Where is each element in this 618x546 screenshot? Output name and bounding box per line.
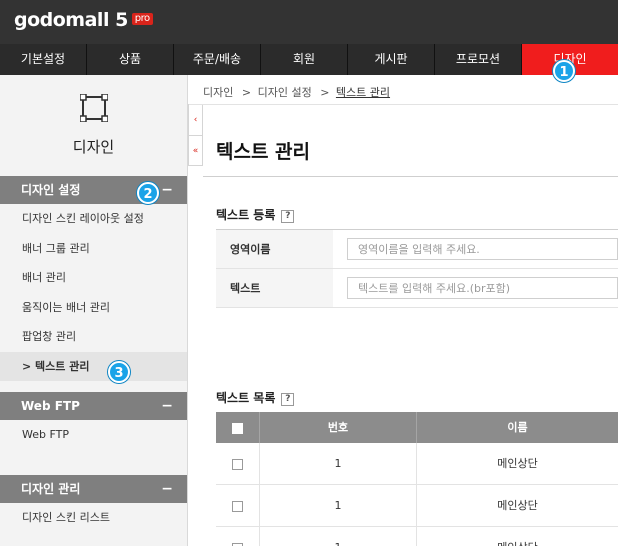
section-title: 디자인 관리: [21, 481, 81, 496]
collapse-minus-icon[interactable]: −: [161, 475, 173, 503]
sidebar-item-skin-list[interactable]: 디자인 스킨 리스트: [0, 503, 187, 533]
row-checkbox[interactable]: [232, 542, 243, 546]
row-checkbox-cell: [216, 443, 260, 484]
pro-badge: pro: [131, 13, 153, 25]
breadcrumb: 디자인 > 디자인 설정 > 텍스트 관리: [203, 84, 390, 100]
frame-icon: [78, 93, 109, 123]
row-number: 1: [260, 485, 417, 526]
sidebar-toggle[interactable]: ‹ «: [188, 104, 203, 166]
row-name[interactable]: 메인상단: [417, 485, 618, 526]
header-checkbox-cell: [216, 412, 260, 443]
logo-text: godomall 5: [14, 9, 128, 31]
section-title: 디자인 설정: [21, 183, 81, 197]
table-row: 1 메인상단: [216, 485, 618, 527]
nav-orders[interactable]: 주문/배송: [174, 44, 261, 75]
text-cell: [333, 269, 618, 307]
register-form: 영역이름 텍스트: [216, 229, 618, 308]
list-title-text: 텍스트 목록: [216, 391, 276, 405]
row-name[interactable]: 메인상단: [417, 527, 618, 546]
area-name-input[interactable]: [347, 238, 618, 260]
text-label: 텍스트: [216, 269, 333, 307]
form-row-text: 텍스트: [216, 269, 618, 308]
sidebar-header: 디자인: [0, 75, 187, 176]
sidebar-item-text-management[interactable]: > 텍스트 관리: [0, 351, 187, 381]
sidebar-section-design-management[interactable]: 디자인 관리 −: [0, 474, 187, 503]
top-header: godomall 5 pro: [0, 0, 618, 44]
breadcrumb-separator: >: [320, 86, 330, 99]
row-checkbox-cell: [216, 485, 260, 526]
table-row: 1 메인상단: [216, 527, 618, 546]
sidebar-item-popup[interactable]: 팝업창 관리: [0, 322, 187, 352]
sidebar-item-banner[interactable]: 배너 관리: [0, 263, 187, 293]
help-icon[interactable]: ?: [281, 210, 295, 223]
collapse-minus-icon[interactable]: −: [161, 392, 173, 420]
register-section-title: 텍스트 등록?: [216, 206, 295, 223]
text-input[interactable]: [347, 277, 618, 299]
page-title: 텍스트 관리: [216, 141, 311, 163]
divider: [203, 176, 618, 177]
breadcrumb-separator: >: [241, 86, 252, 99]
sidebar: 디자인 디자인 설정 − 디자인 스킨 레이아웃 설정 배너 그룹 관리 배너 …: [0, 75, 188, 546]
sidebar-item-web-ftp[interactable]: Web FTP: [0, 420, 187, 450]
select-all-checkbox[interactable]: [232, 422, 243, 434]
list-section-title: 텍스트 목록?: [216, 389, 295, 406]
breadcrumb-mid[interactable]: 디자인 설정: [258, 86, 312, 99]
table-row: 1 메인상단: [216, 443, 618, 485]
nav-board[interactable]: 게시판: [348, 44, 435, 75]
sidebar-item-skin-layout[interactable]: 디자인 스킨 레이아웃 설정: [0, 204, 187, 234]
nav-promotion[interactable]: 프로모션: [435, 44, 522, 75]
breadcrumb-root[interactable]: 디자인: [203, 86, 233, 99]
nav-products[interactable]: 상품: [87, 44, 174, 75]
divider: [189, 104, 618, 105]
sidebar-section-design-settings[interactable]: 디자인 설정 −: [0, 176, 187, 204]
sidebar-title: 디자인: [72, 138, 115, 156]
breadcrumb-current[interactable]: 텍스트 관리: [336, 86, 390, 99]
sidebar-section-web-ftp[interactable]: Web FTP −: [0, 392, 187, 420]
step-badge-2: 2: [137, 182, 159, 204]
step-badge-1: 1: [553, 60, 575, 82]
help-icon[interactable]: ?: [281, 393, 295, 406]
row-number: 1: [260, 527, 417, 546]
area-name-cell: [333, 230, 618, 268]
main-nav: 기본설정 상품 주문/배송 회원 게시판 프로모션 디자인: [0, 44, 618, 75]
header-name: 이름: [507, 421, 528, 434]
sidebar-item-moving-banner[interactable]: 움직이는 배너 관리: [0, 293, 187, 323]
register-title-text: 텍스트 등록: [216, 208, 276, 222]
header-number: 번호: [260, 412, 417, 443]
collapse-minus-icon[interactable]: −: [161, 176, 173, 204]
row-checkbox-cell: [216, 527, 260, 546]
row-checkbox[interactable]: [232, 458, 243, 470]
table-header: 번호 이름: [216, 412, 618, 443]
logo[interactable]: godomall 5 pro: [14, 9, 153, 31]
row-number: 1: [260, 443, 417, 484]
nav-basic-settings[interactable]: 기본설정: [0, 44, 87, 75]
area-name-label: 영역이름: [216, 230, 333, 268]
row-name[interactable]: 메인상단: [417, 443, 618, 484]
row-checkbox[interactable]: [232, 500, 243, 512]
step-badge-3: 3: [108, 361, 130, 383]
section-title: Web FTP: [21, 399, 80, 413]
text-list-table: 번호 이름 1 메인상단 1 메인상단 1 메인상단: [216, 412, 618, 546]
nav-members[interactable]: 회원: [261, 44, 348, 75]
form-row-area-name: 영역이름: [216, 230, 618, 269]
chevron-left-icon[interactable]: ‹: [189, 105, 202, 135]
sidebar-item-banner-group[interactable]: 배너 그룹 관리: [0, 234, 187, 264]
double-chevron-up-icon[interactable]: «: [189, 135, 202, 165]
